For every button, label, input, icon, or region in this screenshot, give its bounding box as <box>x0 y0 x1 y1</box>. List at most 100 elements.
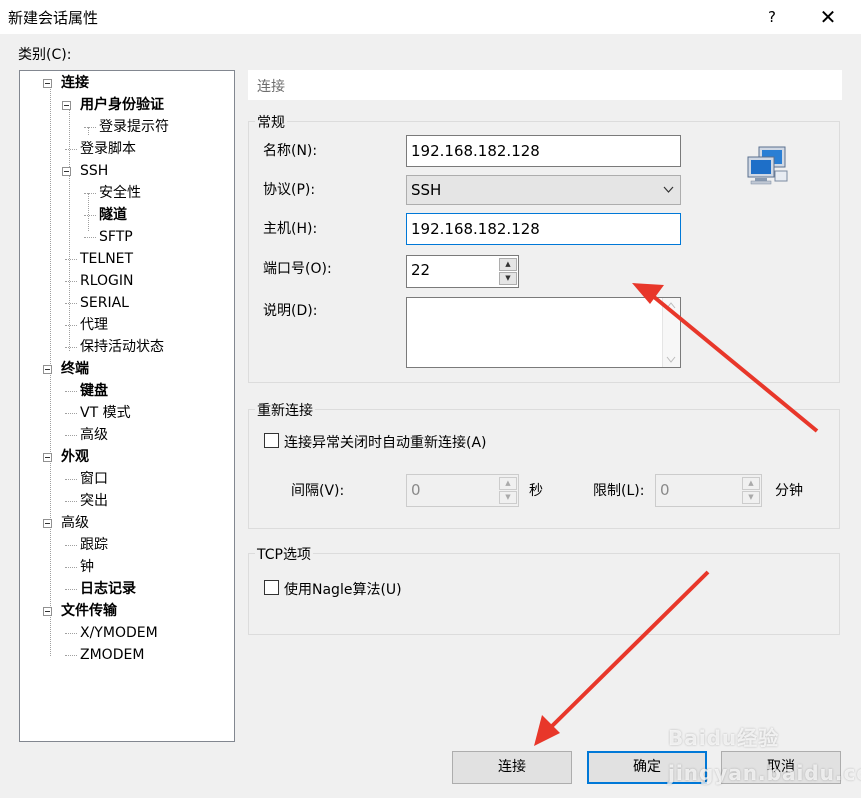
name-field[interactable]: 192.168.182.128 <box>406 135 681 167</box>
host-label: 主机(H): <box>263 221 318 237</box>
tree-item-label: 连接 <box>61 75 89 91</box>
tree-item-label: 高级 <box>80 427 108 443</box>
tree-branch-line <box>65 413 77 414</box>
interval-down-button[interactable]: ▼ <box>499 491 517 504</box>
tree-item-label: 跟踪 <box>80 537 108 553</box>
close-button[interactable]: ✕ <box>808 0 848 34</box>
auto-reconnect-checkbox[interactable] <box>264 433 279 448</box>
tree-item-label: X/YMODEM <box>80 625 158 641</box>
tree-branch-line <box>84 237 96 238</box>
tree-branch-line <box>65 303 77 304</box>
description-label: 说明(D): <box>263 303 318 319</box>
category-label: 类别(C): <box>18 47 72 63</box>
tree-branch-line <box>84 127 96 128</box>
collapse-icon[interactable] <box>43 519 52 528</box>
tree-branch-line <box>84 193 96 194</box>
limit-value: 0 <box>660 481 670 499</box>
limit-up-button[interactable]: ▲ <box>742 477 760 490</box>
tree-item-label: TELNET <box>80 251 134 267</box>
tree-branch-line <box>65 435 77 436</box>
protocol-value: SSH <box>411 181 442 199</box>
title-bar <box>0 0 861 34</box>
auto-reconnect-label: 连接异常关闭时自动重新连接(A) <box>284 435 487 451</box>
interval-up-button[interactable]: ▲ <box>499 477 517 490</box>
reconnect-group <box>248 409 840 529</box>
chevron-down-icon <box>663 186 674 193</box>
tree-branch-line <box>65 545 77 546</box>
nagle-label: 使用Nagle算法(U) <box>284 582 402 598</box>
protocol-label: 协议(P): <box>263 182 316 198</box>
host-field[interactable]: 192.168.182.128 <box>406 213 681 245</box>
name-label: 名称(N): <box>263 143 318 159</box>
tree-item-label: 突出 <box>80 493 108 509</box>
chevron-up-icon <box>666 302 676 309</box>
collapse-icon[interactable] <box>62 167 71 176</box>
tree-item-label: ZMODEM <box>80 647 145 663</box>
tree-branch-line <box>65 347 77 348</box>
tree-branch-line <box>84 215 96 216</box>
tree-item-label: 日志记录 <box>80 581 136 597</box>
tree-branch-line <box>65 325 77 326</box>
tree-item-label: SFTP <box>99 229 133 245</box>
tree-item-label: 代理 <box>80 317 108 333</box>
tree-item-label: 隧道 <box>99 207 127 223</box>
tree-item-label: 钟 <box>80 559 94 575</box>
tree-item-label: VT 模式 <box>80 405 131 421</box>
limit-label: 限制(L): <box>593 483 645 499</box>
panel-header: 连接 <box>257 79 285 95</box>
tree-item-label: RLOGIN <box>80 273 134 289</box>
tree-item-label: 窗口 <box>80 471 108 487</box>
tree-item-label: 用户身份验证 <box>80 97 164 113</box>
collapse-icon[interactable] <box>43 453 52 462</box>
limit-spinner[interactable]: 0 ▲ ▼ <box>655 474 762 507</box>
description-field[interactable] <box>406 297 681 368</box>
tree-branch-line <box>65 567 77 568</box>
tree-branch-line <box>65 501 77 502</box>
network-computers-icon <box>747 146 788 185</box>
tree-item-label: SERIAL <box>80 295 129 311</box>
tree-connector-line <box>69 105 70 351</box>
protocol-select[interactable]: SSH <box>406 175 681 205</box>
general-group-title: 常规 <box>255 112 287 132</box>
port-spinner[interactable]: 22 ▲ ▼ <box>406 255 519 288</box>
watermark-text: Baidu经验 jingyan.baidu.com <box>668 726 861 785</box>
port-value: 22 <box>411 261 431 279</box>
tree-connector-line <box>88 193 89 231</box>
interval-spinner[interactable]: 0 ▲ ▼ <box>406 474 519 507</box>
collapse-icon[interactable] <box>43 607 52 616</box>
tcp-group-title: TCP选项 <box>255 544 313 564</box>
reconnect-group-title: 重新连接 <box>255 400 315 420</box>
nagle-checkbox[interactable] <box>264 580 279 595</box>
limit-down-button[interactable]: ▼ <box>742 491 760 504</box>
description-scrollbar[interactable] <box>662 298 680 367</box>
tree-branch-line <box>65 259 77 260</box>
tree-branch-line <box>65 149 77 150</box>
tree-item-label: 高级 <box>61 515 89 531</box>
collapse-icon[interactable] <box>43 365 52 374</box>
tree-branch-line <box>65 655 77 656</box>
close-icon: ✕ <box>819 5 837 29</box>
tree-connector-line <box>88 127 89 135</box>
panel-header-bar <box>248 70 842 100</box>
port-up-button[interactable]: ▲ <box>499 258 517 271</box>
port-down-button[interactable]: ▼ <box>499 272 517 285</box>
tree-branch-line <box>65 281 77 282</box>
category-tree[interactable]: 连接用户身份验证登录提示符登录脚本 SSH 安全性隧道 SFTP TELNET RLOGI… <box>19 70 235 742</box>
tree-item-label: 文件传输 <box>61 603 117 619</box>
window-title: 新建会话属性 <box>8 9 99 27</box>
tree-item-label: 键盘 <box>80 383 108 399</box>
collapse-icon[interactable] <box>62 101 71 110</box>
connect-button[interactable]: 连接 <box>452 751 572 784</box>
tree-branch-line <box>65 479 77 480</box>
tree-item-label: 保持活动状态 <box>80 339 164 355</box>
help-button[interactable]: ? <box>758 0 786 34</box>
tree-item-label: 安全性 <box>99 185 141 201</box>
collapse-icon[interactable] <box>43 79 52 88</box>
tree-item-label: 登录脚本 <box>80 141 136 157</box>
tree-branch-line <box>65 589 77 590</box>
watermark-logo: Baidu经验 jingyan.baidu.com <box>668 718 861 788</box>
tree-item-label: 登录提示符 <box>99 119 169 135</box>
tree-item-label: SSH <box>80 163 109 179</box>
interval-unit: 秒 <box>529 483 543 499</box>
interval-value: 0 <box>411 481 421 499</box>
